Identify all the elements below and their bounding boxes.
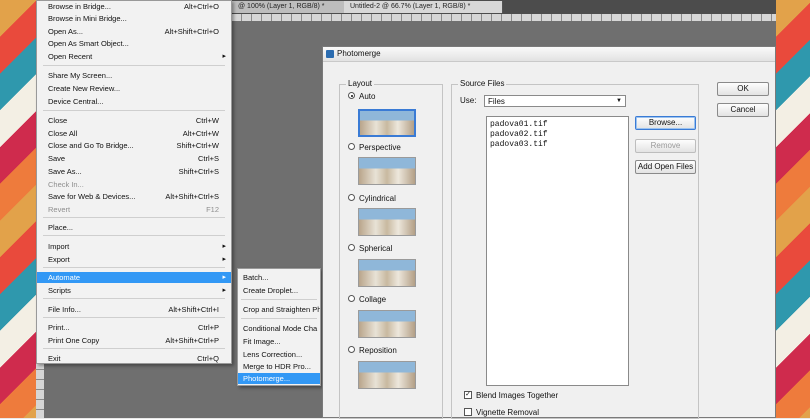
- menu-item-file-info[interactable]: File Info... Alt+Shift+Ctrl+I: [37, 304, 231, 315]
- menu-separator: [43, 110, 225, 111]
- use-dropdown[interactable]: Files ▼: [484, 95, 626, 107]
- reposition-layout-thumbnail[interactable]: [358, 361, 416, 389]
- menu-item-save-as[interactable]: Save As... Shift+Ctrl+S: [37, 166, 231, 177]
- menu-separator: [43, 217, 225, 218]
- menu-item-browse-in-bridge[interactable]: Browse in Bridge... Alt+Ctrl+O: [37, 1, 231, 12]
- collage-layout-thumbnail[interactable]: [358, 310, 416, 338]
- layout-group-label: Layout: [346, 79, 375, 88]
- menu-item-browse-in-mini-bridge[interactable]: Browse in Mini Bridge...: [37, 13, 231, 24]
- menu-item-check-in: Check In...: [48, 180, 84, 189]
- menu-item-revert: Revert F12: [48, 205, 219, 214]
- submenu-item-merge-to-hdr-pro[interactable]: Merge to HDR Pro...: [238, 361, 320, 372]
- list-item[interactable]: padova02.tif: [490, 130, 548, 140]
- submenu-item-create-droplet[interactable]: Create Droplet...: [238, 285, 320, 296]
- cylindrical-layout-thumbnail[interactable]: [358, 208, 416, 236]
- submenu-arrow-icon: ▸: [222, 287, 226, 294]
- menu-separator: [43, 317, 225, 318]
- menu-item-close-and-go-to-bridge[interactable]: Close and Go To Bridge... Shift+Ctrl+W: [37, 140, 231, 151]
- automate-submenu: Batch... Create Droplet... Crop and Stra…: [237, 268, 321, 386]
- submenu-item-photomerge[interactable]: Photomerge...: [238, 373, 320, 384]
- menu-item-exit[interactable]: Exit Ctrl+Q: [37, 353, 231, 364]
- submenu-item-lens-correction[interactable]: Lens Correction...: [238, 349, 320, 360]
- right-stripe-border: [776, 0, 810, 418]
- source-file-list[interactable]: padova01.tif padova02.tif padova03.tif: [486, 116, 629, 386]
- menu-separator: [43, 298, 225, 299]
- dialog-title: Photomerge: [337, 49, 381, 58]
- submenu-item-crop-and-straighten[interactable]: Crop and Straighten Ph: [238, 304, 320, 315]
- menu-separator: [43, 65, 225, 66]
- remove-button[interactable]: Remove: [635, 139, 696, 153]
- list-item[interactable]: padova03.tif: [490, 140, 548, 150]
- menu-item-share-my-screen[interactable]: Share My Screen...: [37, 70, 231, 81]
- menu-separator: [43, 267, 225, 268]
- menu-item-place[interactable]: Place...: [37, 222, 231, 233]
- document-tab[interactable]: @ 100% (Layer 1, RGB/8) *: [232, 1, 345, 13]
- ok-button[interactable]: OK: [717, 82, 769, 96]
- left-stripe-border: [0, 0, 36, 418]
- submenu-item-batch[interactable]: Batch...: [238, 272, 320, 283]
- document-tab-bar: @ 100% (Layer 1, RGB/8) * Untitled-2 @ 6…: [232, 0, 776, 14]
- document-tab[interactable]: Untitled-2 @ 66.7% (Layer 1, RGB/8) *: [344, 1, 503, 13]
- checkmark-icon: ✓: [464, 391, 472, 399]
- use-label: Use:: [460, 96, 477, 105]
- add-open-files-button[interactable]: Add Open Files: [635, 160, 696, 174]
- file-menu: Browse in Bridge... Alt+Ctrl+O Browse in …: [36, 0, 232, 364]
- menu-separator: [241, 299, 317, 300]
- menu-item-print-one-copy[interactable]: Print One Copy Alt+Shift+Ctrl+P: [37, 335, 231, 346]
- menu-item-import[interactable]: Import ▸: [37, 241, 231, 252]
- submenu-arrow-icon: ▸: [222, 256, 226, 263]
- layout-group: Layout Auto Perspective Cylindrical Sphe…: [339, 79, 443, 419]
- menu-separator: [43, 348, 225, 349]
- spherical-layout-thumbnail[interactable]: [358, 259, 416, 287]
- menu-item-open-recent[interactable]: Open Recent ▸: [37, 51, 231, 62]
- dialog-titlebar[interactable]: Photomerge: [323, 47, 775, 62]
- cancel-button[interactable]: Cancel: [717, 103, 769, 117]
- menu-item-save[interactable]: Save Ctrl+S: [37, 153, 231, 164]
- menu-item-export[interactable]: Export ▸: [37, 254, 231, 265]
- list-item[interactable]: padova01.tif: [490, 120, 548, 130]
- menu-item-automate[interactable]: Automate ▸: [37, 272, 231, 283]
- menu-item-save-for-web[interactable]: Save for Web & Devices... Alt+Shift+Ctrl+…: [37, 191, 231, 202]
- menu-separator: [43, 235, 225, 236]
- auto-layout-thumbnail[interactable]: [358, 109, 416, 137]
- menu-item-print[interactable]: Print... Ctrl+P: [37, 322, 231, 333]
- browse-button[interactable]: Browse...: [635, 116, 696, 130]
- menu-item-create-new-review[interactable]: Create New Review...: [37, 83, 231, 94]
- source-files-group-label: Source Files: [458, 79, 507, 88]
- photomerge-dialog: Photomerge Layout Auto Perspective Cylin…: [322, 46, 776, 419]
- dropdown-arrow-icon: ▼: [616, 98, 622, 104]
- submenu-arrow-icon: ▸: [222, 274, 226, 281]
- submenu-item-fit-image[interactable]: Fit Image...: [238, 336, 320, 347]
- submenu-item-conditional-mode-change[interactable]: Conditional Mode Cha: [238, 323, 320, 334]
- menu-item-device-central[interactable]: Device Central...: [37, 96, 231, 107]
- submenu-arrow-icon: ▸: [222, 243, 226, 250]
- source-files-group: Source Files Use: Files ▼ padova01.tif p…: [451, 79, 699, 419]
- menu-item-close-all[interactable]: Close All Alt+Ctrl+W: [37, 128, 231, 139]
- menu-separator: [241, 318, 317, 319]
- menu-item-scripts[interactable]: Scripts ▸: [37, 285, 231, 296]
- menu-item-close[interactable]: Close Ctrl+W: [37, 115, 231, 126]
- horizontal-ruler: [232, 14, 776, 21]
- photoshop-app-icon: [326, 50, 334, 58]
- menu-item-open-as-smart-object[interactable]: Open As Smart Object...: [37, 38, 231, 49]
- menu-item-open-as[interactable]: Open As... Alt+Shift+Ctrl+O: [37, 26, 231, 37]
- perspective-layout-thumbnail[interactable]: [358, 157, 416, 185]
- submenu-arrow-icon: ▸: [222, 53, 226, 60]
